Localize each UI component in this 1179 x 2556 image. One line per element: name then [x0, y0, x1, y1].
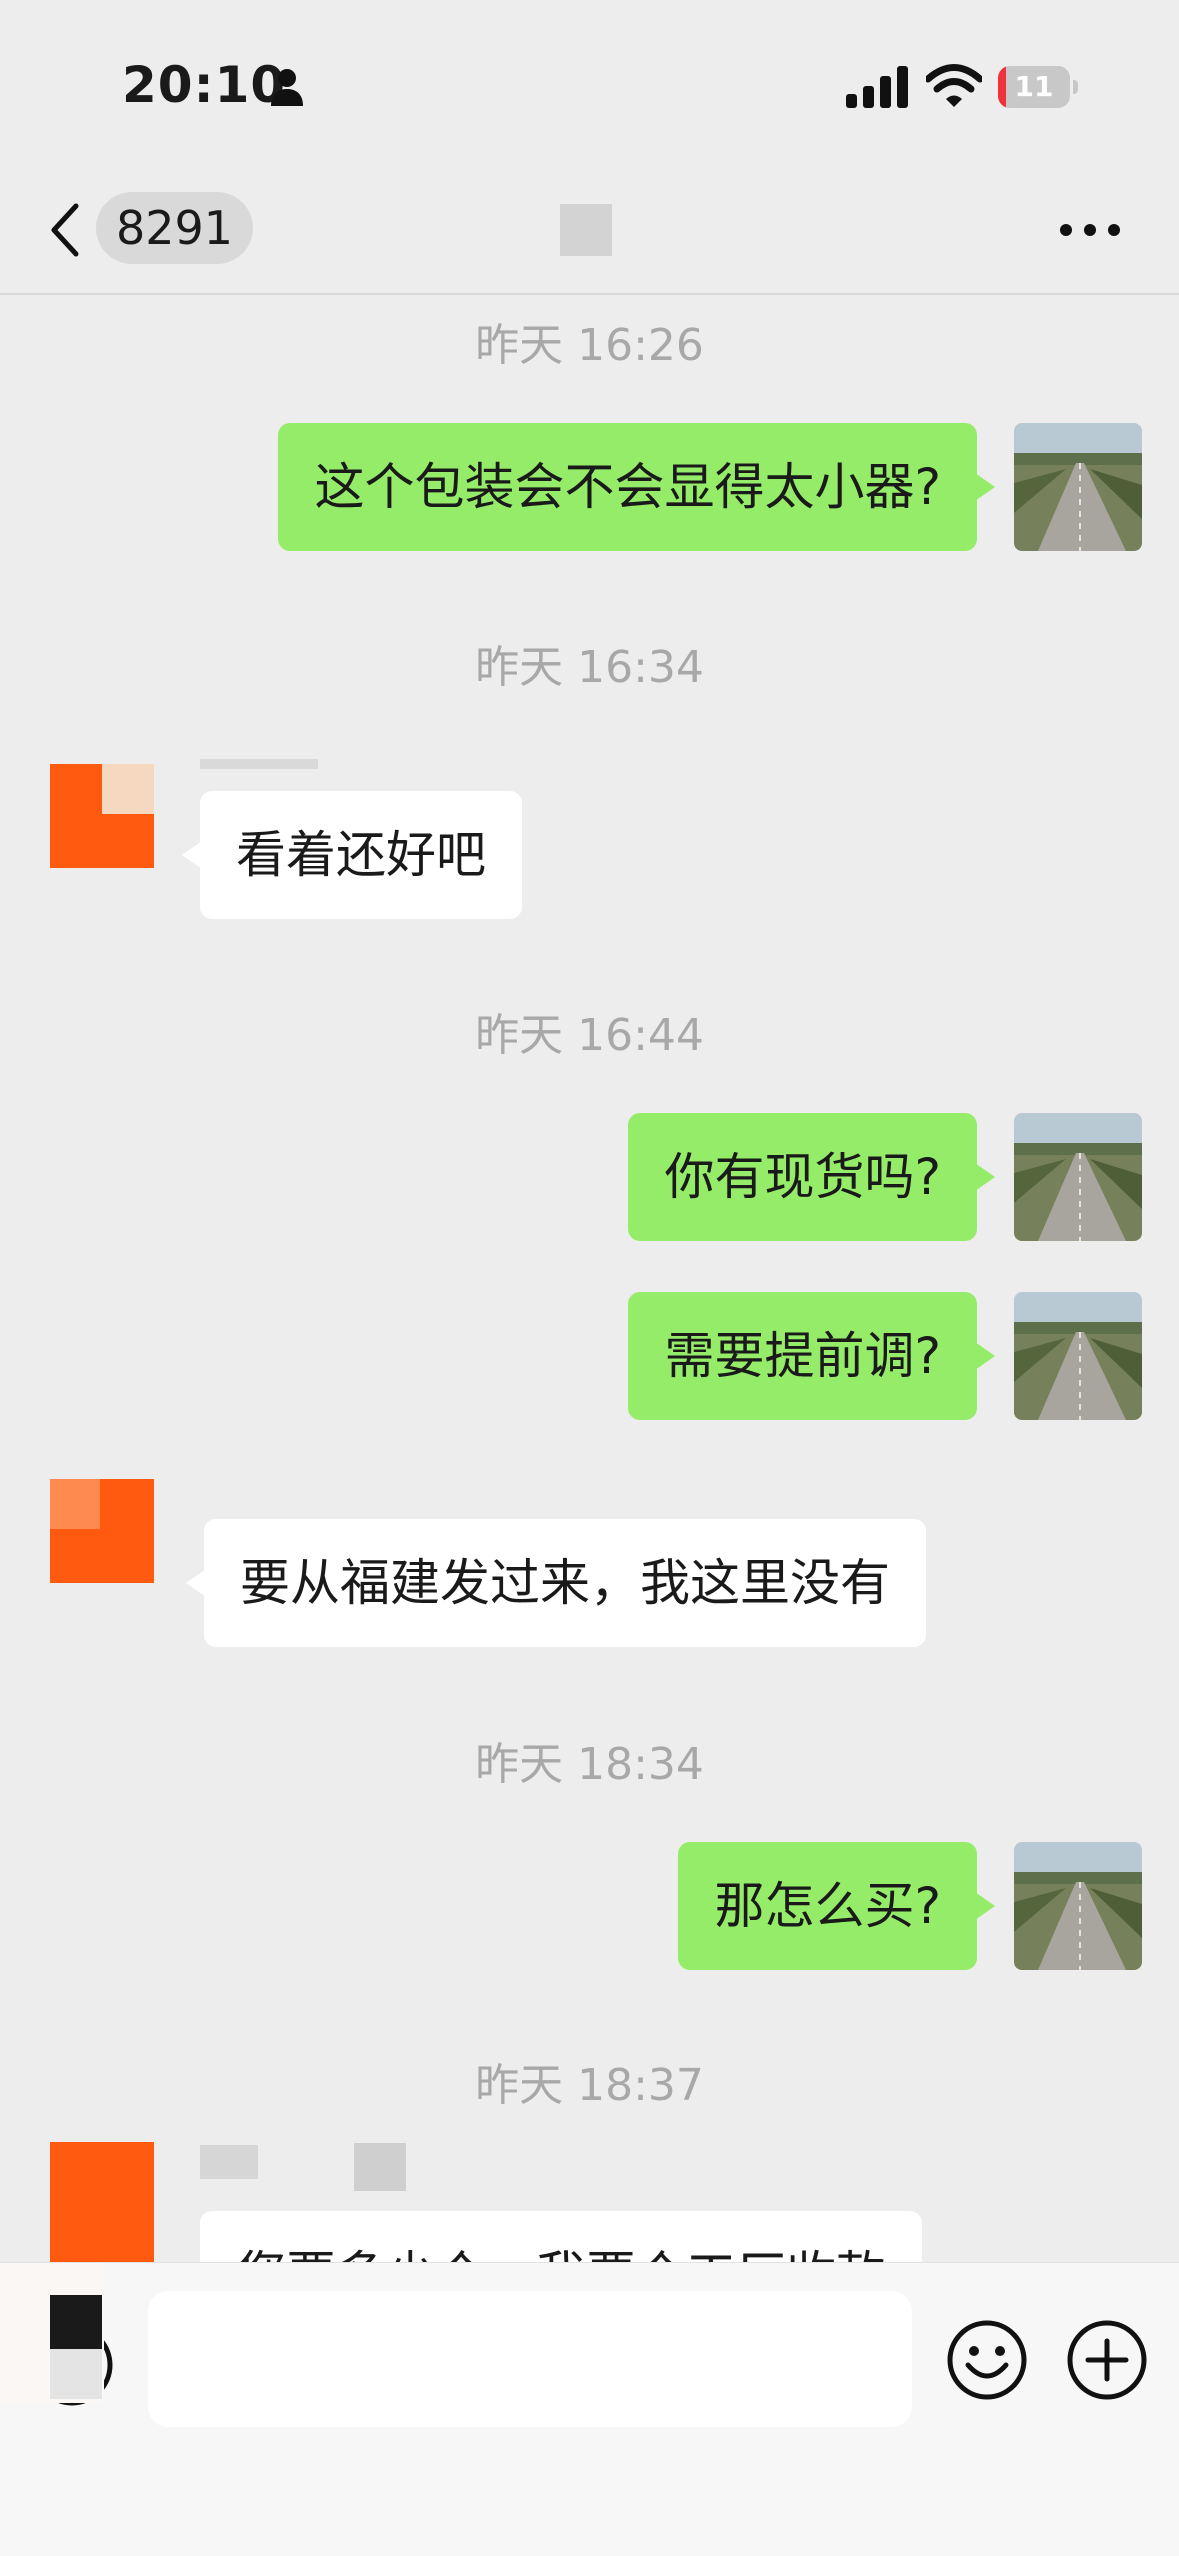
contact-avatar-image [50, 764, 154, 868]
incoming-message[interactable]: 看着还好吧 [182, 791, 522, 919]
battery-level: 11 [1014, 70, 1054, 103]
plus-icon[interactable] [1066, 2319, 1148, 2401]
contact-avatar-image [50, 2142, 154, 2262]
outgoing-message[interactable]: 需要提前调? [628, 1292, 995, 1420]
road-landscape-image [1014, 1842, 1142, 1970]
more-dots-icon[interactable] [1058, 220, 1122, 240]
time-stamp: 昨天 18:37 [475, 2060, 704, 2111]
sender-tag-redacted [354, 2143, 406, 2191]
time-stamp: 昨天 16:26 [475, 320, 704, 371]
redacted-block [50, 2349, 102, 2399]
sender-name-redacted [200, 2145, 258, 2179]
incoming-message[interactable]: 您要多少个，我要个工厂收款 [182, 2211, 922, 2262]
incoming-message[interactable]: 要从福建发过来，我这里没有 [186, 1519, 926, 1647]
time-stamp: 昨天 18:34 [475, 1739, 704, 1790]
battery-tip [1073, 80, 1078, 94]
outgoing-message[interactable]: 那怎么买? [678, 1842, 995, 1970]
redacted-overlay [0, 2263, 104, 2403]
message-list[interactable]: 昨天 16:26 这个包装会不会显得太小器? 昨天 16:34 看着还好吧 昨天… [0, 297, 1179, 2262]
time-stamp: 昨天 16:44 [475, 1010, 704, 1061]
time-stamp: 昨天 16:34 [475, 642, 704, 693]
message-input[interactable] [148, 2291, 912, 2427]
chat-title-redacted [560, 204, 612, 256]
battery-indicator: 11 [998, 66, 1078, 108]
person-icon [271, 69, 303, 106]
redacted-block [50, 2295, 102, 2349]
wifi-icon [926, 64, 982, 107]
contact-avatar-image [50, 1479, 154, 1583]
road-landscape-image [1014, 1113, 1142, 1241]
chat-header: 8291 [0, 170, 1179, 295]
status-time: 20:10 [122, 56, 287, 114]
contact-avatar[interactable] [50, 2142, 154, 2262]
unread-count-badge[interactable]: 8291 [96, 192, 254, 264]
emoji-icon[interactable] [946, 2319, 1028, 2401]
battery-body: 11 [998, 66, 1070, 108]
road-landscape-image [1014, 423, 1142, 551]
contact-avatar[interactable] [50, 1479, 154, 1583]
status-bar: 20:10 11 [0, 0, 1179, 170]
sender-name-redacted [200, 759, 318, 769]
outgoing-message[interactable]: 这个包装会不会显得太小器? [278, 423, 995, 551]
my-avatar[interactable] [1014, 1113, 1142, 1241]
input-bar [0, 2262, 1179, 2556]
my-avatar[interactable] [1014, 423, 1142, 551]
outgoing-message[interactable]: 你有现货吗? [628, 1113, 995, 1241]
chevron-left-icon[interactable] [46, 200, 86, 260]
my-avatar[interactable] [1014, 1292, 1142, 1420]
road-landscape-image [1014, 1292, 1142, 1420]
my-avatar[interactable] [1014, 1842, 1142, 1970]
contact-avatar[interactable] [50, 764, 154, 868]
signal-icon [846, 66, 908, 108]
